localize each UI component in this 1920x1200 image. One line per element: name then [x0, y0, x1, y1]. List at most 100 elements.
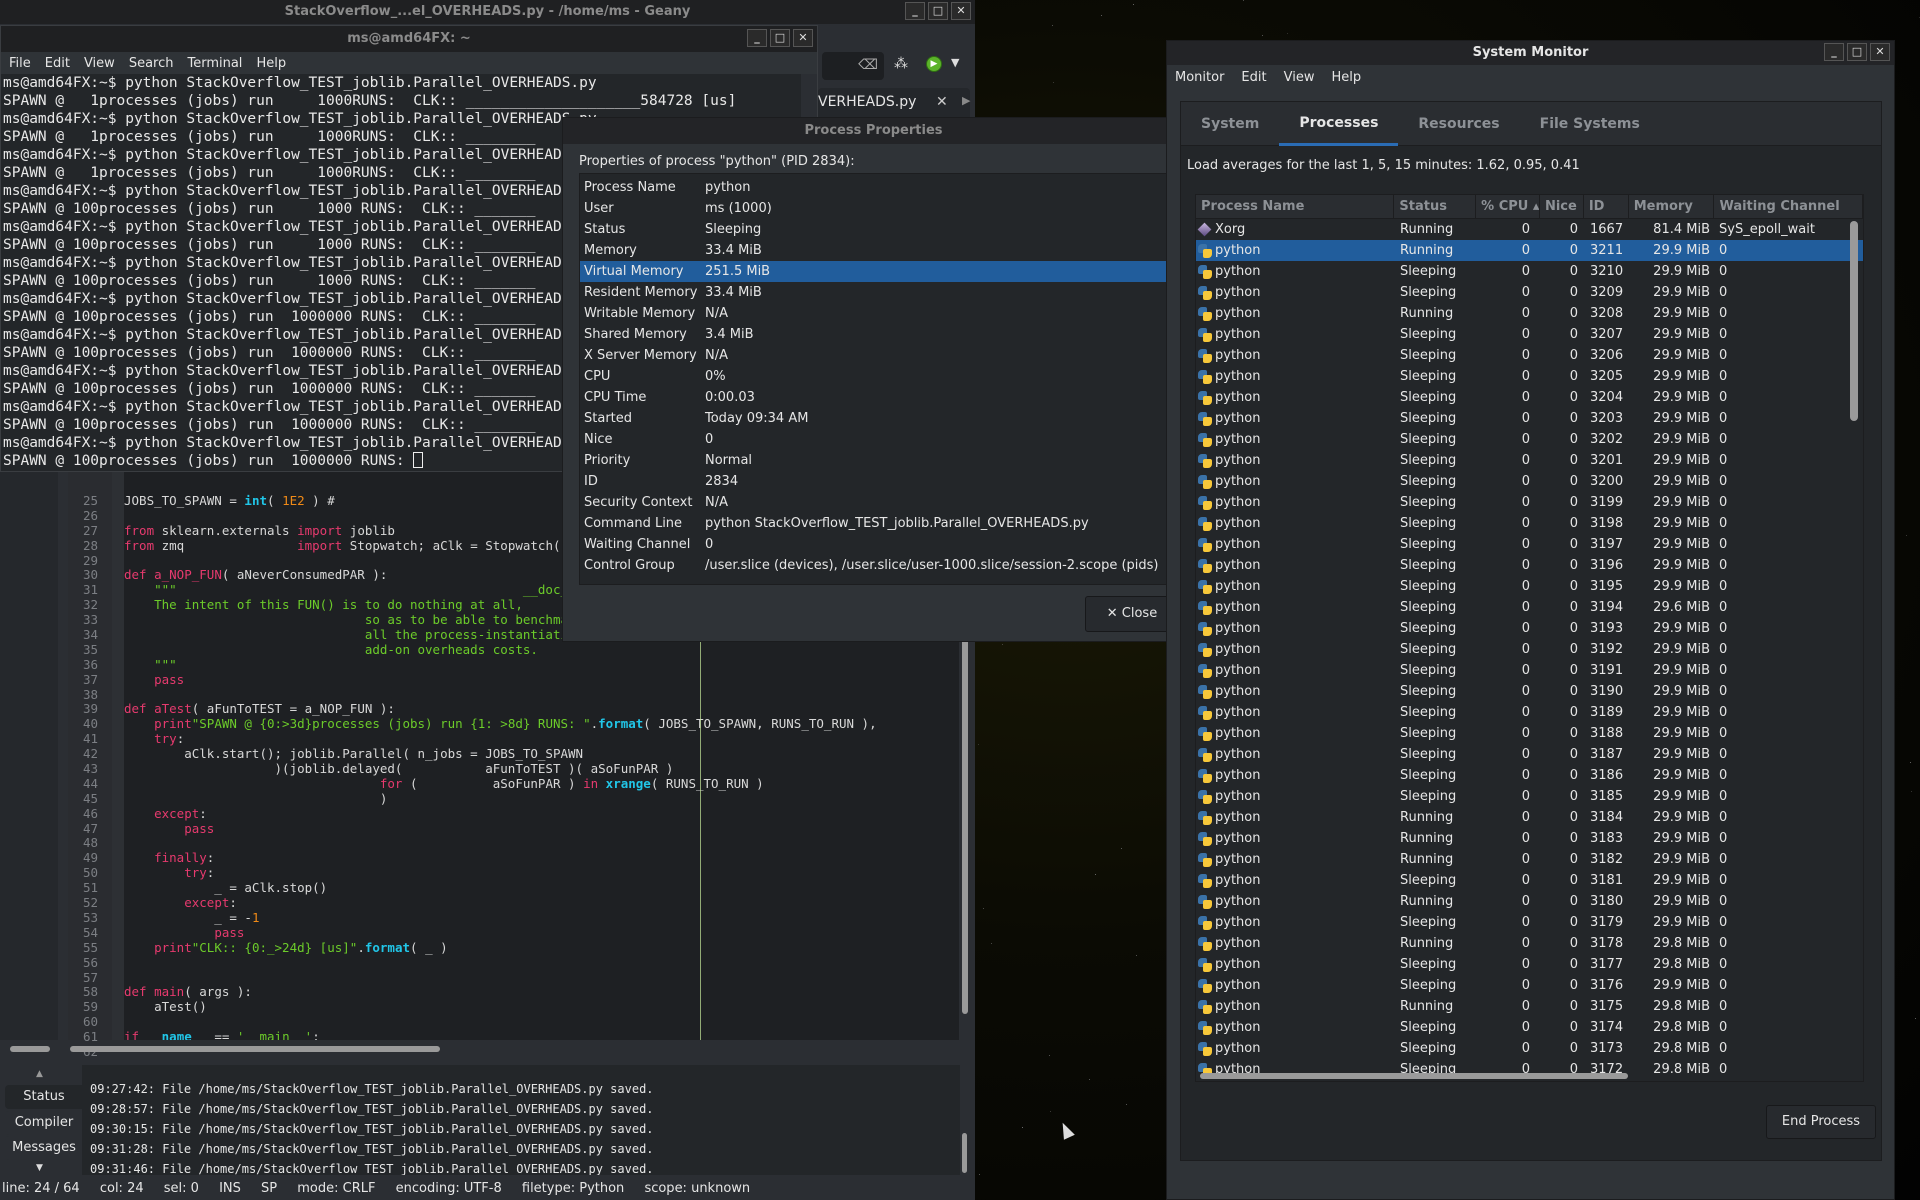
property-row[interactable]: Resident Memory 33.4 MiB [580, 282, 1168, 303]
jump-icon[interactable]: ⁂ [894, 56, 908, 72]
process-row[interactable]: python Sleeping 0 0 3207 29.9 MiB 0 [1196, 324, 1863, 345]
column-memory[interactable]: Memory [1629, 195, 1715, 218]
maximize-icon[interactable]: □ [770, 29, 790, 47]
end-process-button[interactable]: End Process [1766, 1105, 1876, 1139]
chevron-down-icon[interactable]: ▼ [951, 56, 959, 69]
process-row[interactable]: python Sleeping 0 0 3188 29.9 MiB 0 [1196, 723, 1863, 744]
tab-file-systems[interactable]: File Systems [1520, 102, 1660, 146]
process-row[interactable]: python Sleeping 0 0 3195 29.9 MiB 0 [1196, 576, 1863, 597]
process-row[interactable]: python Running 0 0 3180 29.9 MiB 0 [1196, 891, 1863, 912]
search-field[interactable]: ⌫ [822, 52, 884, 80]
property-row[interactable]: Priority Normal [580, 450, 1168, 471]
process-row[interactable]: python Sleeping 0 0 3177 29.8 MiB 0 [1196, 954, 1863, 975]
property-row[interactable]: Writable Memory N/A [580, 303, 1168, 324]
maximize-icon[interactable]: □ [928, 2, 948, 20]
tab-processes[interactable]: Processes [1279, 102, 1399, 146]
editor-tab[interactable]: VERHEADS.py ✕ [818, 88, 970, 118]
close-icon[interactable]: ✕ [1870, 43, 1890, 61]
process-row[interactable]: python Sleeping 0 0 3173 29.8 MiB 0 [1196, 1038, 1863, 1059]
property-row[interactable]: CPU Time 0:00.03 [580, 387, 1168, 408]
close-button[interactable]: ✕ Close [1085, 596, 1179, 632]
sysmon-menu-monitor[interactable]: Monitor [1175, 70, 1224, 85]
process-row[interactable]: python Sleeping 0 0 3198 29.9 MiB 0 [1196, 513, 1863, 534]
process-row[interactable]: python Sleeping 0 0 3193 29.9 MiB 0 [1196, 618, 1863, 639]
column-waiting-channel[interactable]: Waiting Channel [1714, 195, 1863, 218]
property-row[interactable]: Memory 33.4 MiB [580, 240, 1168, 261]
process-row[interactable]: python Sleeping 0 0 3186 29.9 MiB 0 [1196, 765, 1863, 786]
process-row[interactable]: python Sleeping 0 0 3197 29.9 MiB 0 [1196, 534, 1863, 555]
process-row[interactable]: python Sleeping 0 0 3192 29.9 MiB 0 [1196, 639, 1863, 660]
process-table-vertical-scroll-thumb[interactable] [1850, 221, 1858, 421]
maximize-icon[interactable]: □ [1847, 43, 1867, 61]
msg-tab-compiler[interactable]: Compiler [5, 1111, 83, 1135]
sidebar-horizontal-scroll-thumb[interactable] [10, 1046, 50, 1052]
tab-close-icon[interactable]: ✕ [936, 88, 948, 116]
column-cpu[interactable]: % CPU ▴ [1476, 195, 1540, 218]
process-row[interactable]: python Sleeping 0 0 3194 29.6 MiB 0 [1196, 597, 1863, 618]
terminal-menu-edit[interactable]: Edit [45, 56, 70, 71]
scroll-down-icon[interactable]: ▼ [36, 1163, 43, 1173]
process-row[interactable]: python Running 0 0 3175 29.8 MiB 0 [1196, 996, 1863, 1017]
property-row[interactable]: Started Today 09:34 AM [580, 408, 1168, 429]
process-row[interactable]: python Running 0 0 3211 29.9 MiB 0 [1196, 240, 1863, 261]
sysmon-menu-view[interactable]: View [1284, 70, 1315, 85]
tab-scroll-right-icon[interactable]: ▶ [962, 94, 970, 107]
property-row[interactable]: Shared Memory 3.4 MiB [580, 324, 1168, 345]
column-id[interactable]: ID [1584, 195, 1629, 218]
property-row[interactable]: Control Group/user.slice (devices), /use… [580, 555, 1168, 576]
process-row[interactable]: python Sleeping 0 0 3204 29.9 MiB 0 [1196, 387, 1863, 408]
property-row[interactable]: ID 2834 [580, 471, 1168, 492]
minimize-icon[interactable]: _ [905, 2, 925, 20]
process-row[interactable]: python Sleeping 0 0 3176 29.9 MiB 0 [1196, 975, 1863, 996]
clear-icon[interactable]: ⌫ [858, 57, 878, 73]
process-row[interactable]: python Sleeping 0 0 3210 29.9 MiB 0 [1196, 261, 1863, 282]
msg-tab-messages[interactable]: Messages [5, 1136, 83, 1160]
process-table-horizontal-scroll-thumb[interactable] [1200, 1073, 1628, 1079]
process-row[interactable]: python Sleeping 0 0 3187 29.9 MiB 0 [1196, 744, 1863, 765]
terminal-menu-help[interactable]: Help [256, 56, 286, 71]
process-row[interactable]: python Sleeping 0 0 3209 29.9 MiB 0 [1196, 282, 1863, 303]
property-row[interactable]: Virtual Memory 251.5 MiB [580, 261, 1168, 282]
process-row[interactable]: python Running 0 0 3208 29.9 MiB 0 [1196, 303, 1863, 324]
process-row[interactable]: python Sleeping 0 0 3202 29.9 MiB 0 [1196, 429, 1863, 450]
process-row[interactable]: python Sleeping 0 0 3185 29.9 MiB 0 [1196, 786, 1863, 807]
minimize-icon[interactable]: _ [1824, 43, 1844, 61]
process-row[interactable]: python Sleeping 0 0 3205 29.9 MiB 0 [1196, 366, 1863, 387]
process-row[interactable]: python Running 0 0 3183 29.9 MiB 0 [1196, 828, 1863, 849]
property-row[interactable]: CPU 0% [580, 366, 1168, 387]
sysmon-menu-edit[interactable]: Edit [1241, 70, 1266, 85]
terminal-menu-search[interactable]: Search [129, 56, 174, 71]
process-row[interactable]: python Sleeping 0 0 3179 29.9 MiB 0 [1196, 912, 1863, 933]
process-row[interactable]: python Sleeping 0 0 3190 29.9 MiB 0 [1196, 681, 1863, 702]
process-row[interactable]: python Sleeping 0 0 3199 29.9 MiB 0 [1196, 492, 1863, 513]
property-row[interactable]: User ms (1000) [580, 198, 1168, 219]
process-row[interactable]: python Running 0 0 3182 29.9 MiB 0 [1196, 849, 1863, 870]
process-row[interactable]: python Sleeping 0 0 3191 29.9 MiB 0 [1196, 660, 1863, 681]
process-row[interactable]: python Sleeping 0 0 3189 29.9 MiB 0 [1196, 702, 1863, 723]
process-row[interactable]: python Running 0 0 3184 29.9 MiB 0 [1196, 807, 1863, 828]
property-row[interactable]: Nice 0 [580, 429, 1168, 450]
run-icon[interactable]: ▶ [926, 56, 942, 72]
msg-tab-status[interactable]: Status [5, 1085, 83, 1109]
property-row[interactable]: Process Name python [580, 177, 1168, 198]
terminal-menu-terminal[interactable]: Terminal [187, 56, 242, 71]
process-row[interactable]: python Sleeping 0 0 3181 29.9 MiB 0 [1196, 870, 1863, 891]
property-row[interactable]: X Server Memory N/A [580, 345, 1168, 366]
close-icon[interactable]: ✕ [951, 2, 971, 20]
sysmon-menu-help[interactable]: Help [1331, 70, 1361, 85]
message-scroll-thumb[interactable] [962, 1133, 967, 1173]
close-icon[interactable]: ✕ [793, 29, 813, 47]
column-process-name[interactable]: Process Name [1196, 195, 1395, 218]
scroll-up-icon[interactable]: ▲ [36, 1069, 43, 1079]
column-status[interactable]: Status [1394, 195, 1477, 218]
process-row[interactable]: Xorg Running 0 0 1667 81.4 MiB SyS_epoll_wait [1196, 219, 1863, 240]
editor-horizontal-scroll-thumb[interactable] [70, 1046, 440, 1052]
tab-resources[interactable]: Resources [1398, 102, 1519, 146]
process-row[interactable]: python Sleeping 0 0 3203 29.9 MiB 0 [1196, 408, 1863, 429]
property-row[interactable]: Status Sleeping [580, 219, 1168, 240]
terminal-menu-file[interactable]: File [9, 56, 31, 71]
process-row[interactable]: python Sleeping 0 0 3200 29.9 MiB 0 [1196, 471, 1863, 492]
property-row[interactable]: Command Line python StackOverflow_TEST_jo… [580, 513, 1168, 534]
process-row[interactable]: python Sleeping 0 0 3206 29.9 MiB 0 [1196, 345, 1863, 366]
terminal-menu-view[interactable]: View [84, 56, 115, 71]
